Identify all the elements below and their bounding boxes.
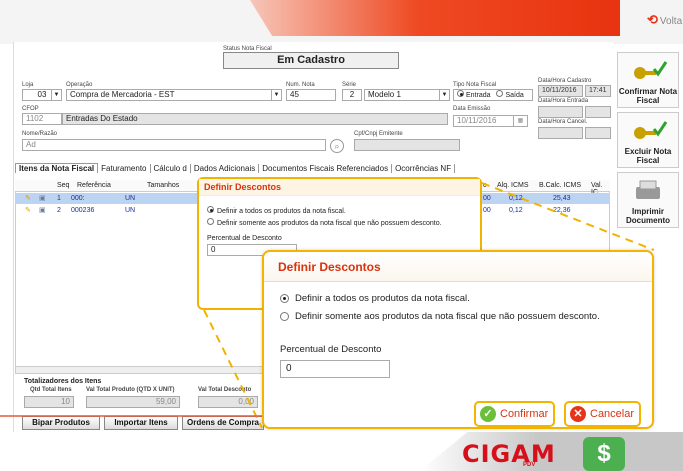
dollar-icon: $ — [583, 437, 625, 471]
check-icon: ✓ — [480, 406, 496, 422]
option-some-row[interactable]: Definir somente aos produtos da nota fis… — [280, 311, 652, 322]
radio-some[interactable] — [280, 312, 289, 321]
option-some-label: Definir somente aos produtos da nota fis… — [295, 311, 600, 322]
close-icon: ✕ — [570, 406, 586, 422]
confirmar-button[interactable]: ✓ Confirmar — [474, 401, 556, 427]
option-all-row[interactable]: Definir a todos os produtos da nota fisc… — [280, 293, 652, 304]
dialog-title: Definir Descontos — [264, 252, 652, 282]
percent-input[interactable]: 0 — [280, 360, 390, 378]
cancelar-label: Cancelar — [590, 408, 635, 420]
option-all-label: Definir a todos os produtos da nota fisc… — [295, 293, 470, 304]
pdv-label: PDV — [523, 462, 536, 468]
descontos-dialog: Definir Descontos Definir a todos os pro… — [262, 250, 654, 429]
percent-label: Percentual de Desconto — [280, 344, 382, 355]
cancelar-button[interactable]: ✕ Cancelar — [564, 401, 642, 427]
radio-all[interactable] — [280, 294, 289, 303]
cigam-logo: CIGAM — [462, 440, 556, 468]
confirmar-label: Confirmar — [500, 408, 549, 420]
